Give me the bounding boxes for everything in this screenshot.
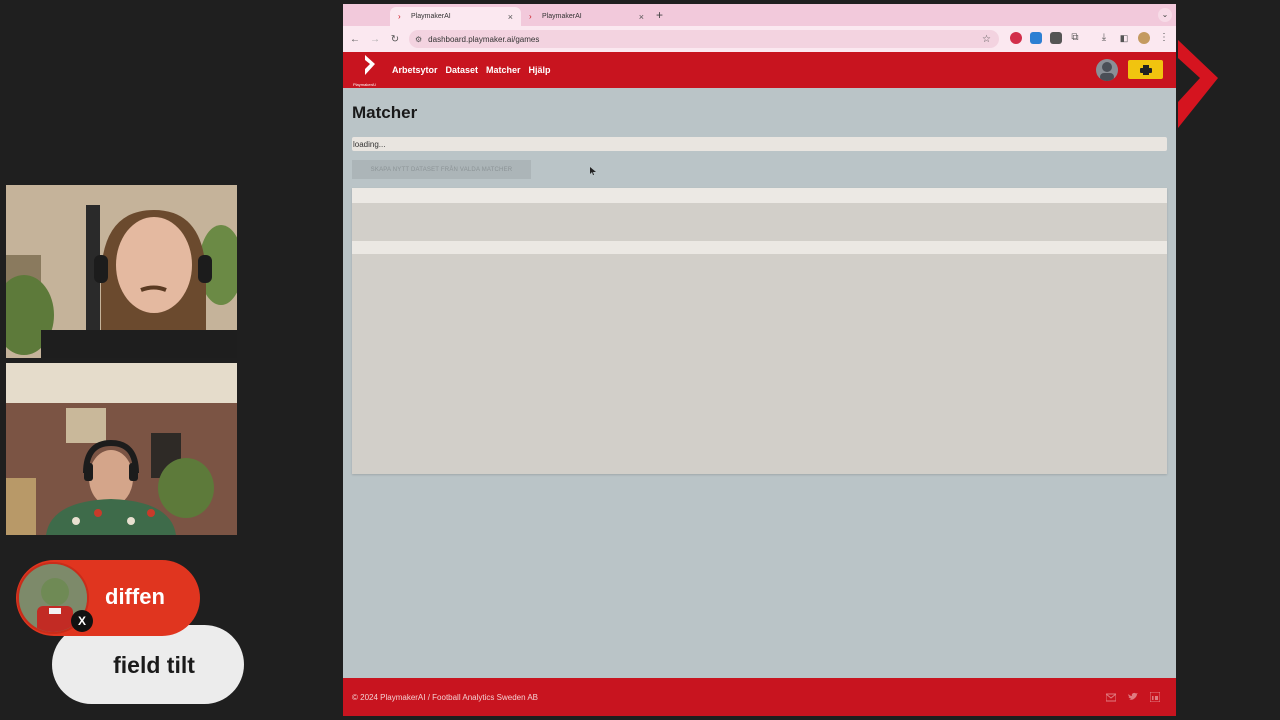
- nav-matcher[interactable]: Matcher: [486, 65, 521, 75]
- page-title: Matcher: [352, 103, 418, 122]
- app-header: PlaymakerAI Arbetsytor Dataset Matcher H…: [343, 52, 1176, 88]
- streamer-name: diffen: [105, 584, 165, 609]
- extension-red-icon[interactable]: [1010, 32, 1022, 44]
- print-button[interactable]: [1128, 60, 1163, 79]
- user-avatar[interactable]: [1096, 59, 1118, 81]
- tab-label: PlaymakerAI: [411, 13, 451, 20]
- nav-hjalp[interactable]: Hjälp: [529, 65, 551, 75]
- nav-arbetsytor[interactable]: Arbetsytor: [392, 65, 438, 75]
- site-settings-icon[interactable]: ⚙: [415, 35, 422, 44]
- stream-stage: field tilt X diffen › PlaymakerAI × › Pl…: [0, 0, 1280, 720]
- tab-search-icon[interactable]: ⌄: [1158, 8, 1172, 22]
- browser-window: › PlaymakerAI × › PlaymakerAI × + ⌄ ← → …: [343, 4, 1176, 716]
- extension-puzzle-icon[interactable]: [1050, 32, 1062, 44]
- playmaker-favicon-icon: ›: [529, 11, 532, 21]
- print-icon: [1139, 64, 1152, 75]
- mouse-cursor-icon: [590, 167, 596, 175]
- playmaker-chevron-icon: [365, 55, 375, 75]
- tab-playmaker-active[interactable]: › PlaymakerAI ×: [390, 7, 521, 26]
- webcam-person-illustration: [6, 363, 237, 535]
- profile-avatar-icon[interactable]: [1138, 32, 1150, 44]
- extension-blue-icon[interactable]: [1030, 32, 1042, 44]
- playmaker-favicon-icon: ›: [398, 11, 401, 21]
- bookmark-star-icon[interactable]: ☆: [982, 34, 991, 45]
- extensions-menu-icon[interactable]: ⧉: [1069, 32, 1081, 44]
- x-logo-icon: X: [71, 610, 93, 632]
- mail-icon[interactable]: [1106, 692, 1116, 702]
- address-bar[interactable]: ⚙ dashboard.playmaker.ai/games ☆: [409, 30, 999, 48]
- back-button[interactable]: ←: [345, 34, 365, 45]
- matches-table: [352, 188, 1167, 474]
- webcam-feed-top: [6, 185, 237, 358]
- url-text[interactable]: dashboard.playmaker.ai/games: [428, 35, 539, 44]
- forward-button[interactable]: →: [365, 34, 385, 45]
- table-row-placeholder: [352, 241, 1167, 254]
- close-icon[interactable]: ×: [639, 12, 644, 22]
- subtitle-badge: field tilt: [52, 625, 244, 704]
- tab-playmaker[interactable]: › PlaymakerAI ×: [521, 7, 652, 26]
- new-tab-button[interactable]: +: [656, 8, 663, 22]
- logo-text: PlaymakerAI: [353, 82, 376, 87]
- linkedin-icon[interactable]: [1150, 692, 1160, 702]
- twitter-icon[interactable]: [1128, 692, 1138, 702]
- reload-button[interactable]: ↻: [385, 34, 405, 45]
- webcam-feed-bottom: [6, 363, 237, 535]
- create-dataset-button[interactable]: SKAPA NYTT DATASET FRÅN VALDA MATCHER: [352, 160, 531, 179]
- app-footer: © 2024 PlaymakerAI / Football Analytics …: [343, 678, 1176, 716]
- tab-strip: › PlaymakerAI × › PlaymakerAI × + ⌄: [343, 4, 1176, 26]
- subtitle-text: field tilt: [113, 652, 195, 678]
- playmaker-logo[interactable]: PlaymakerAI: [353, 53, 385, 87]
- kebab-menu-icon[interactable]: ⋮: [1158, 32, 1170, 44]
- side-panel-icon[interactable]: ◧: [1118, 32, 1130, 44]
- playmaker-chevron-logo-icon: [1178, 40, 1218, 128]
- webcam-person-illustration: [6, 185, 237, 358]
- download-icon[interactable]: ⤓: [1098, 32, 1110, 44]
- footer-copyright: © 2024 PlaymakerAI / Football Analytics …: [352, 692, 538, 702]
- nav-dataset[interactable]: Dataset: [446, 65, 479, 75]
- close-icon[interactable]: ×: [508, 12, 513, 22]
- tab-label: PlaymakerAI: [542, 13, 582, 20]
- table-header-placeholder: [352, 188, 1167, 203]
- toolbar: ← → ↻ ⚙ dashboard.playmaker.ai/games ☆ ⧉…: [343, 26, 1176, 52]
- loading-indicator: loading...: [352, 137, 1167, 151]
